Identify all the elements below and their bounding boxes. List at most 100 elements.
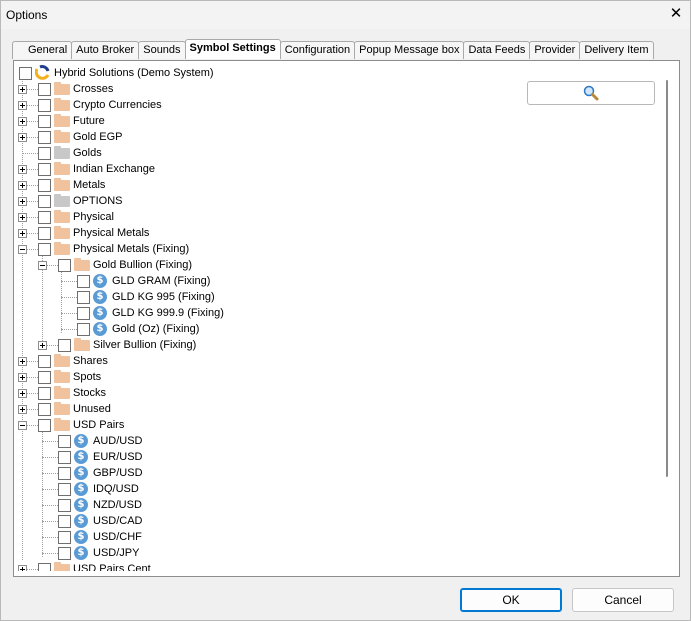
tab-sounds[interactable]: Sounds [138,41,186,59]
expand-icon[interactable] [18,229,27,238]
expand-icon[interactable] [18,197,27,206]
node-checkbox[interactable] [77,291,90,304]
expand-icon[interactable] [18,389,27,398]
tab-provider[interactable]: Provider [529,41,581,59]
tree-node[interactable]: OPTIONS [15,193,655,209]
node-checkbox[interactable] [38,195,51,208]
tree-node[interactable]: Future [15,113,655,129]
search-button[interactable] [527,81,655,105]
expand-icon[interactable] [18,85,27,94]
tree-node[interactable]: USD Pairs [15,417,655,433]
node-checkbox[interactable] [38,403,51,416]
tree-node[interactable]: $ AUD/USD [15,433,655,449]
vertical-scrollbar[interactable] [662,62,678,573]
expand-icon[interactable] [18,165,27,174]
node-checkbox[interactable] [38,115,51,128]
node-checkbox[interactable] [58,467,71,480]
tree-node[interactable]: Physical [15,209,655,225]
tree-node[interactable]: Shares [15,353,655,369]
node-checkbox[interactable] [58,515,71,528]
tree-node[interactable]: $ USD/JPY [15,545,655,561]
cancel-button[interactable]: Cancel [572,588,674,612]
tab-data-feeds[interactable]: Data Feeds [463,41,531,59]
tree-node[interactable]: USD Pairs Cent [15,561,655,571]
close-icon[interactable]: ✕ [664,3,688,25]
expand-icon[interactable] [18,565,27,571]
node-checkbox[interactable] [38,83,51,96]
node-checkbox[interactable] [77,307,90,320]
node-checkbox[interactable] [77,275,90,288]
node-checkbox[interactable] [58,499,71,512]
expand-icon[interactable] [18,373,27,382]
tree-node[interactable]: $ EUR/USD [15,449,655,465]
node-checkbox[interactable] [38,211,51,224]
node-checkbox[interactable] [58,451,71,464]
tree-node[interactable]: $ USD/CAD [15,513,655,529]
ok-button[interactable]: OK [460,588,562,612]
tree-node[interactable]: Metals [15,177,655,193]
tab-general[interactable]: General [12,41,73,59]
node-checkbox[interactable] [58,259,71,272]
expand-icon[interactable] [18,181,27,190]
symbol-settings-panel: Hybrid Solutions (Demo System) Crosses Cry… [13,60,680,577]
node-checkbox[interactable] [38,99,51,112]
tree-node[interactable]: $ GBP/USD [15,465,655,481]
tree-node[interactable]: $ GLD GRAM (Fixing) [15,273,655,289]
tree-node[interactable]: $ NZD/USD [15,497,655,513]
collapse-icon[interactable] [18,245,27,254]
tab-auto-broker[interactable]: Auto Broker [71,41,140,59]
tree-node[interactable]: $ USD/CHF [15,529,655,545]
collapse-icon[interactable] [38,261,47,270]
node-checkbox[interactable] [58,339,71,352]
tree-node-label: USD/CHF [93,531,142,543]
node-checkbox[interactable] [38,131,51,144]
tree-node[interactable]: Gold EGP [15,129,655,145]
expand-icon[interactable] [18,213,27,222]
tab-configuration[interactable]: Configuration [279,41,356,59]
expand-icon[interactable] [18,405,27,414]
tree-node[interactable]: $ IDQ/USD [15,481,655,497]
dollar-coin-icon: $ [93,274,107,288]
tree-node[interactable]: Gold Bullion (Fixing) [15,257,655,273]
node-checkbox[interactable] [38,387,51,400]
node-checkbox[interactable] [38,563,51,571]
tree-node[interactable]: Stocks [15,385,655,401]
tree-node[interactable]: Hybrid Solutions (Demo System) [15,65,655,81]
tree-node[interactable]: Physical Metals [15,225,655,241]
node-checkbox[interactable] [38,243,51,256]
node-checkbox[interactable] [38,179,51,192]
tree-node[interactable]: Indian Exchange [15,161,655,177]
node-checkbox[interactable] [58,483,71,496]
node-checkbox[interactable] [58,531,71,544]
expand-icon[interactable] [18,133,27,142]
folder-icon [54,226,70,239]
tab-popup-message-box[interactable]: Popup Message box [354,41,465,59]
expand-icon[interactable] [38,341,47,350]
node-checkbox[interactable] [38,227,51,240]
node-checkbox[interactable] [38,355,51,368]
tree-node[interactable]: Silver Bullion (Fixing) [15,337,655,353]
tab-symbol-settings[interactable]: Symbol Settings [184,39,281,59]
node-checkbox[interactable] [58,435,71,448]
node-checkbox[interactable] [38,419,51,432]
node-checkbox[interactable] [58,547,71,560]
tree-node[interactable]: Golds [15,145,655,161]
tab-delivery-item[interactable]: Delivery Item [579,41,654,59]
tree-node[interactable]: $ GLD KG 999.9 (Fixing) [15,305,655,321]
node-checkbox[interactable] [38,163,51,176]
collapse-icon[interactable] [18,421,27,430]
expand-icon[interactable] [18,117,27,126]
node-checkbox[interactable] [38,371,51,384]
node-checkbox[interactable] [38,147,51,160]
scrollbar-thumb[interactable] [666,80,668,477]
tree-node[interactable]: Physical Metals (Fixing) [15,241,655,257]
expand-icon[interactable] [18,101,27,110]
tree-node[interactable]: $ Gold (Oz) (Fixing) [15,321,655,337]
node-checkbox[interactable] [19,67,32,80]
expand-icon[interactable] [18,357,27,366]
tree-node[interactable]: Unused [15,401,655,417]
node-checkbox[interactable] [77,323,90,336]
dollar-coin-icon: $ [74,514,88,528]
tree-node[interactable]: $ GLD KG 995 (Fixing) [15,289,655,305]
tree-node[interactable]: Spots [15,369,655,385]
